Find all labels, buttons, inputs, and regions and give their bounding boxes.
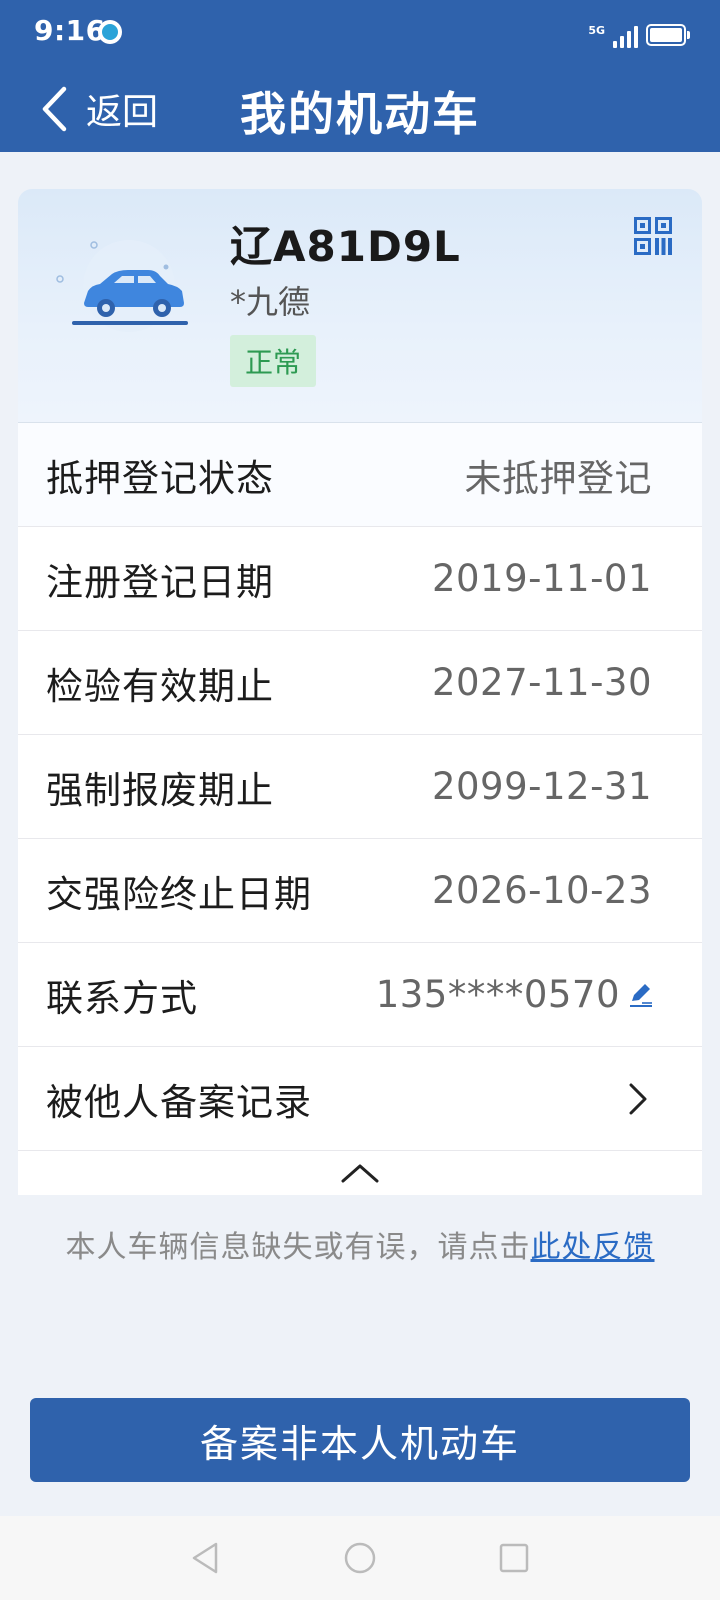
info-row-insurance-end: 交强险终止日期 2026-10-23 <box>18 839 702 943</box>
vehicle-card[interactable]: 辽A81D9L *九德 正常 <box>18 189 702 423</box>
chevron-up-icon <box>341 1164 379 1183</box>
battery-icon <box>646 24 690 46</box>
row-label: 检验有效期止 <box>46 664 274 708</box>
row-value: 未抵押登记 <box>464 456 652 500</box>
row-value: 2026-10-23 <box>431 869 652 912</box>
row-label: 抵押登记状态 <box>46 456 274 500</box>
network-type: 5G <box>588 24 605 37</box>
page-title: 我的机动车 <box>240 87 480 141</box>
signal-icon <box>613 26 638 48</box>
row-value: 2099-12-31 <box>431 765 652 808</box>
vehicle-info-list: 抵押登记状态 未抵押登记 注册登记日期 2019-11-01 检验有效期止 20… <box>18 423 702 1195</box>
info-row-contact[interactable]: 联系方式 135****0570 <box>18 943 702 1047</box>
car-icon <box>56 240 188 332</box>
status-time: 9:16 <box>34 14 106 47</box>
row-value: 2027-11-30 <box>431 661 652 704</box>
feedback-line: 本人车辆信息缺失或有误，请点击此处反馈 <box>0 1222 720 1266</box>
row-value: 135****0570 <box>375 973 620 1016</box>
qr-code-icon[interactable] <box>634 217 672 255</box>
row-label: 联系方式 <box>46 976 198 1020</box>
system-nav-bar <box>0 1516 720 1600</box>
edit-icon[interactable] <box>626 981 654 1009</box>
browser-icon <box>98 20 122 44</box>
app-header: 返回 我的机动车 <box>0 66 720 152</box>
row-label: 注册登记日期 <box>46 560 274 604</box>
license-plate: 辽A81D9L <box>230 222 461 271</box>
info-row-registration-date: 注册登记日期 2019-11-01 <box>18 527 702 631</box>
row-value: 2019-11-01 <box>431 557 652 600</box>
owner-name: *九德 <box>230 283 311 321</box>
info-row-scrap-date: 强制报废期止 2099-12-31 <box>18 735 702 839</box>
file-non-owned-vehicle-button[interactable]: 备案非本人机动车 <box>30 1398 690 1482</box>
row-label: 交强险终止日期 <box>46 872 312 916</box>
recents-square-icon[interactable] <box>494 1538 534 1578</box>
feedback-text: 本人车辆信息缺失或有误，请点击 <box>65 1230 531 1265</box>
back-triangle-icon[interactable] <box>186 1538 226 1578</box>
row-label: 强制报废期止 <box>46 768 274 812</box>
chevron-right-icon <box>629 1083 647 1114</box>
status-badge: 正常 <box>230 335 316 387</box>
collapse-button[interactable] <box>18 1151 702 1195</box>
info-row-mortgage: 抵押登记状态 未抵押登记 <box>18 423 702 527</box>
status-bar: 9:16 5G <box>0 0 720 66</box>
info-row-others-filing[interactable]: 被他人备案记录 <box>18 1047 702 1151</box>
status-indicators: 5G <box>588 20 690 48</box>
info-row-inspection-expiry: 检验有效期止 2027-11-30 <box>18 631 702 735</box>
home-circle-icon[interactable] <box>340 1538 380 1578</box>
row-label: 被他人备案记录 <box>46 1080 312 1124</box>
feedback-link[interactable]: 此处反馈 <box>531 1230 655 1265</box>
